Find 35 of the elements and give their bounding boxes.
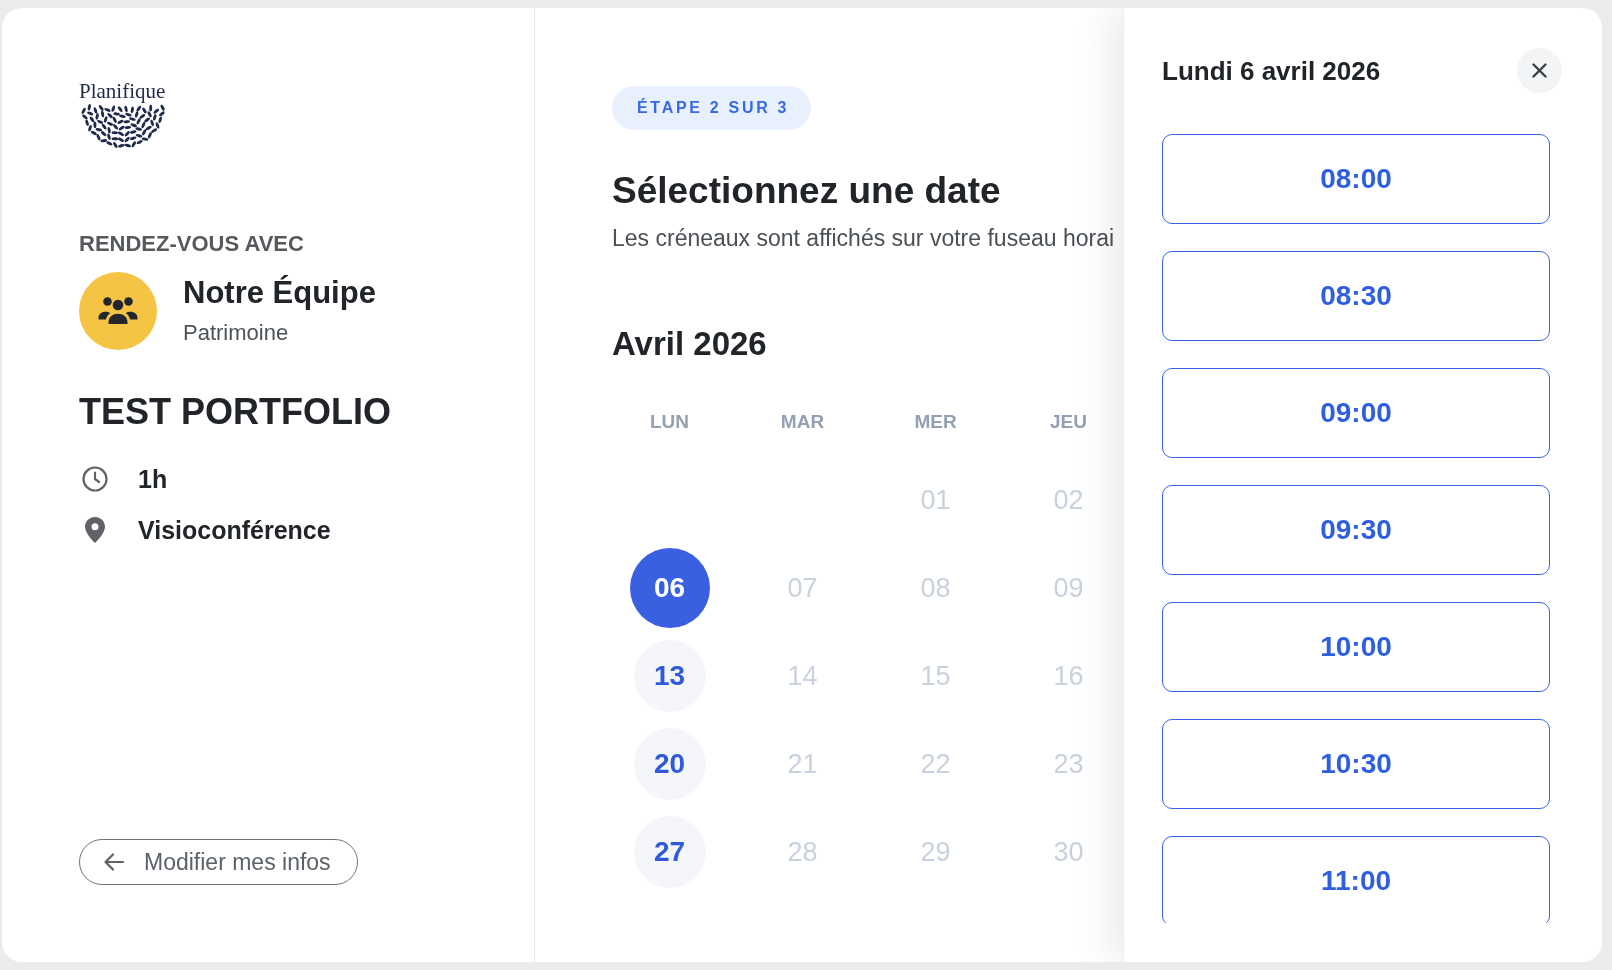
event-title: TEST PORTFOLIO	[79, 391, 391, 433]
close-button[interactable]	[1517, 48, 1562, 93]
time-slot-button[interactable]: 11:00	[1162, 836, 1550, 923]
section-label: RENDEZ-VOUS AVEC	[79, 231, 304, 257]
back-button[interactable]: Modifier mes infos	[79, 839, 358, 885]
duration-text: 1h	[138, 464, 168, 494]
weekday-label: MER	[914, 411, 957, 432]
clock-icon	[82, 466, 108, 492]
step-indicator: ÉTAPE 2 SUR 3	[612, 86, 812, 130]
calendar-day[interactable]: 06	[629, 548, 710, 628]
time-slot-button[interactable]: 09:00	[1162, 368, 1550, 458]
weekday-label: LUN	[649, 411, 690, 432]
selected-date-title: Lundi 6 avril 2026	[1162, 54, 1381, 87]
weekday-label: MAR	[780, 411, 825, 432]
calendar-day[interactable]: 13	[633, 640, 706, 712]
time-slot-button[interactable]: 09:30	[1162, 485, 1550, 575]
calendar-day[interactable]: 27	[633, 816, 706, 888]
time-slot-button[interactable]: 08:30	[1162, 251, 1550, 341]
people-icon	[79, 272, 157, 350]
team-name: Patrimoine	[183, 320, 289, 346]
time-slot-button[interactable]: 08:00	[1162, 134, 1550, 224]
time-slot-button[interactable]: 10:30	[1162, 719, 1550, 809]
month-title: Avril 2026	[612, 324, 767, 364]
location-text: Visioconférence	[138, 515, 331, 545]
page-heading: Sélectionnez une date	[612, 169, 1001, 213]
weekday-label: JEU	[1050, 411, 1087, 432]
host-name: Notre Équipe	[183, 275, 376, 311]
arrow-left-icon	[104, 853, 124, 871]
leaf-cluster-icon	[79, 102, 167, 150]
map-pin-icon	[85, 517, 105, 543]
calendar-day[interactable]: 20	[633, 728, 706, 800]
time-slot-button[interactable]: 10:00	[1162, 602, 1550, 692]
timezone-note: Les créneaux sont affichés sur votre fuseau horai	[612, 224, 1115, 252]
close-icon	[1532, 63, 1547, 78]
brand-name: Planifique	[79, 80, 166, 102]
